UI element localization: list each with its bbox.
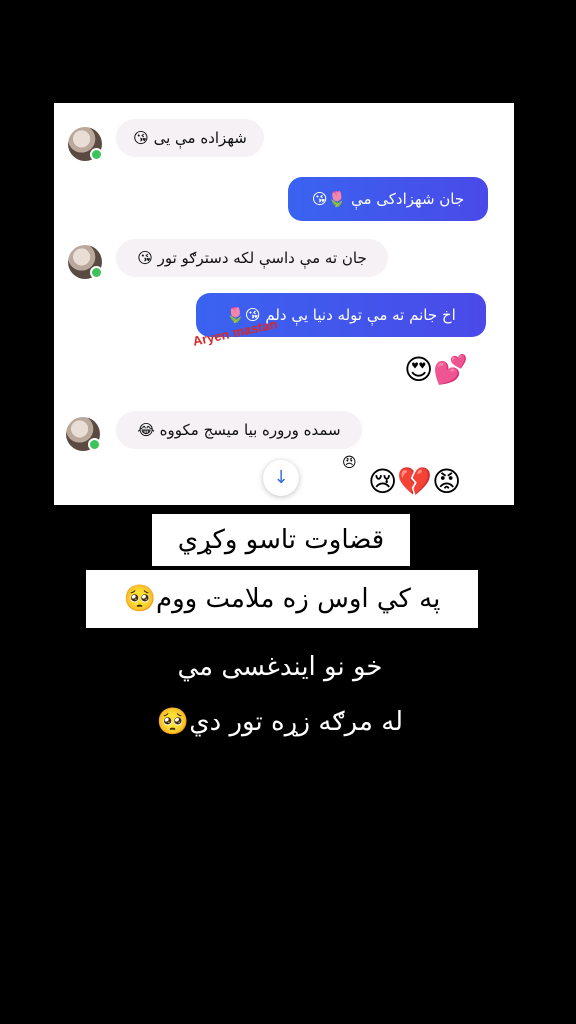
message-emoji: 😘 (133, 129, 149, 147)
contact-avatar[interactable] (68, 127, 103, 161)
incoming-message[interactable]: شهزاده مې یی 😘 (116, 119, 264, 157)
reaction-row-emojis: 😢💔😡 (368, 465, 462, 498)
outgoing-message[interactable]: جان شهزادکی مې 🌷😘 (288, 177, 488, 221)
online-status-dot (90, 266, 103, 279)
message-text: سمده وروره بیا میسج مکووه (159, 421, 341, 439)
online-status-dot (88, 438, 101, 451)
arrow-down-icon: ↓ (273, 467, 289, 488)
message-text: اخ جانم ته مې توله دنیا یې دلم (265, 306, 456, 324)
chat-screenshot: شهزاده مې یی 😘 جان شهزادکی مې 🌷😘 جان ته … (54, 103, 514, 505)
message-text: شهزاده مې یی (153, 129, 247, 147)
caption-text: قضاوت تاسو وکړي (177, 525, 385, 555)
message-emoji: 😘 (137, 249, 153, 267)
contact-avatar[interactable] (66, 417, 101, 451)
caption-line-3: خو نو ایندغسی مي (120, 645, 440, 689)
scroll-down-button[interactable]: ↓ (263, 460, 299, 496)
message-emoji: 😂 (137, 421, 155, 439)
reaction-love-emojis: 😍💕 (404, 353, 469, 386)
caption-text: خو نو ایندغسی مي (177, 652, 383, 682)
contact-avatar[interactable] (68, 245, 103, 279)
message-emoji: 🌷😘 (311, 190, 347, 208)
online-status-dot (90, 148, 103, 161)
caption-line-1: قضاوت تاسو وکړي (152, 514, 410, 566)
caption-line-2: په کي اوس زه ملامت ووم🥺 (86, 570, 478, 628)
reaction-small-emoji: 😠 (342, 455, 357, 471)
caption-text: له مرګه زړه تور دي🥺 (156, 707, 404, 737)
message-text: جان شهزادکی مې (350, 190, 465, 208)
incoming-message[interactable]: سمده وروره بیا میسج مکووه 😂 (116, 411, 362, 449)
incoming-message[interactable]: جان ته مې داسې لکه دسترګو تور 😘 (116, 239, 388, 277)
caption-line-4: له مرګه زړه تور دي🥺 (120, 700, 440, 744)
caption-text: په کي اوس زه ملامت ووم🥺 (123, 584, 441, 614)
message-text: جان ته مې داسې لکه دسترګو تور (157, 249, 367, 267)
